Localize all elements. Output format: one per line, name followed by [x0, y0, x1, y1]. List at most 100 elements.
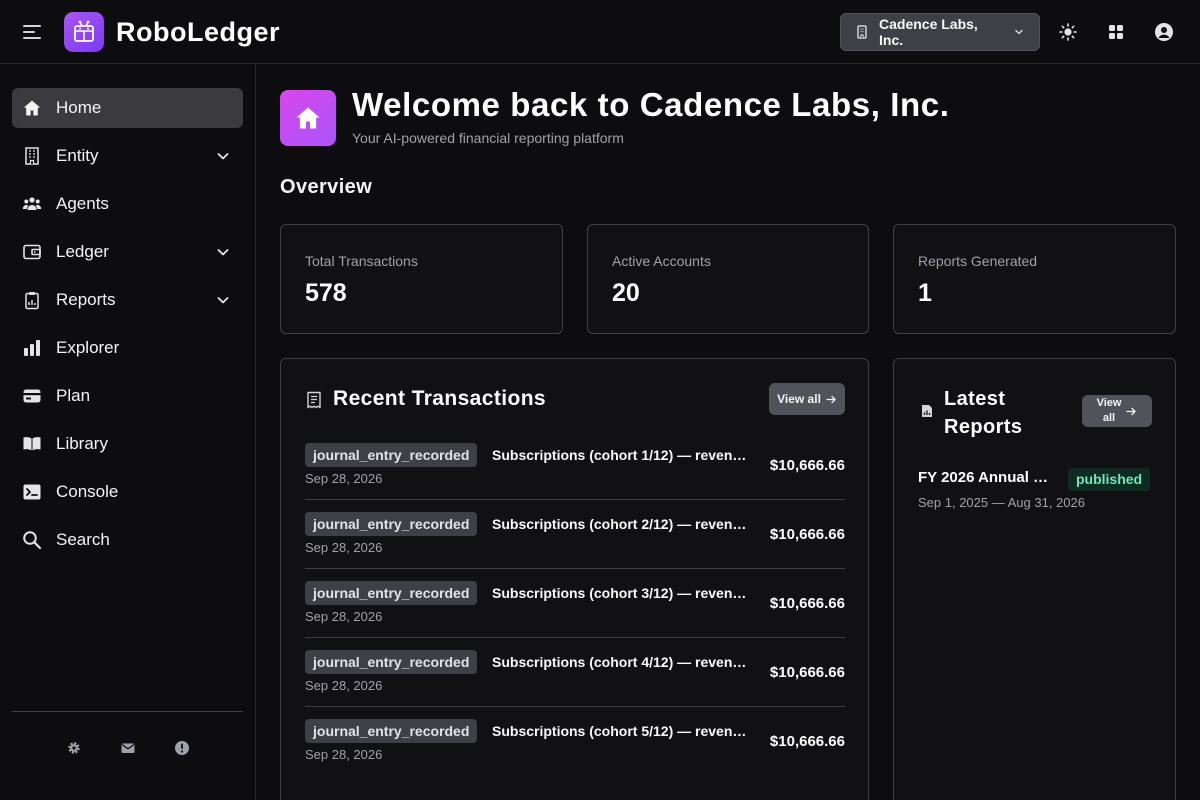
sidebar-item-home[interactable]: Home — [12, 88, 243, 128]
view-all-line2: all — [1102, 412, 1116, 424]
robot-icon — [74, 20, 94, 42]
building-icon — [857, 25, 867, 39]
sidebar-item-label: Agents — [56, 194, 109, 213]
clipboard-icon — [25, 292, 39, 310]
credit-card-icon — [23, 389, 41, 403]
stat-value: 1 — [918, 279, 932, 307]
transaction-description: Subscriptions (cohort 1/12) — revenue re… — [492, 447, 754, 463]
receipt-icon — [307, 391, 321, 409]
menu-icon[interactable] — [22, 22, 42, 42]
search-icon — [23, 531, 42, 550]
recent-transactions-panel: Recent Transactions View all journal_ent… — [280, 358, 869, 800]
transaction-date: Sep 28, 2026 — [305, 678, 383, 693]
stat-value: 20 — [612, 279, 640, 307]
sidebar-item-search[interactable]: Search — [12, 520, 243, 560]
transaction-row[interactable]: journal_entry_recorded Subscriptions (co… — [305, 638, 845, 707]
gear-icon[interactable] — [66, 740, 82, 756]
book-icon — [23, 437, 41, 451]
sidebar-item-label: Library — [56, 434, 108, 453]
sidebar-item-agents[interactable]: Agents — [12, 184, 243, 224]
transaction-type-badge: journal_entry_recorded — [305, 581, 478, 605]
stat-card-reports-generated: Reports Generated 1 — [893, 224, 1176, 334]
view-all-reports-button[interactable]: View all — [1082, 395, 1152, 427]
chevron-down-icon — [1015, 29, 1023, 35]
transaction-type-badge: journal_entry_recorded — [305, 512, 478, 536]
organization-selector[interactable]: Cadence Labs, Inc. — [840, 13, 1040, 51]
transaction-amount: $10,666.66 — [769, 595, 845, 612]
sidebar-item-label: Entity — [56, 146, 99, 165]
arrow-right-icon — [826, 395, 836, 403]
wallet-icon — [23, 244, 41, 260]
overview-heading: Overview — [280, 176, 373, 198]
transaction-row[interactable]: journal_entry_recorded Subscriptions (co… — [305, 707, 845, 776]
recent-transactions-title: Recent Transactions — [333, 387, 547, 410]
chevron-down-icon — [217, 297, 229, 304]
home-icon — [296, 107, 320, 129]
report-period: Sep 1, 2025 — Aug 31, 2026 — [918, 495, 1085, 510]
sidebar-item-plan[interactable]: Plan — [12, 376, 243, 416]
transaction-description: Subscriptions (cohort 2/12) — revenue re… — [492, 516, 754, 532]
user-profile-icon[interactable] — [1154, 22, 1174, 42]
transaction-description: Subscriptions (cohort 4/12) — revenue re… — [492, 654, 754, 670]
chevron-down-icon — [217, 249, 229, 256]
sidebar-divider — [12, 711, 243, 712]
mail-icon[interactable] — [120, 740, 136, 756]
view-all-line1: View — [1096, 397, 1122, 409]
transaction-row[interactable]: journal_entry_recorded Subscriptions (co… — [305, 431, 845, 500]
transaction-row[interactable]: journal_entry_recorded Subscriptions (co… — [305, 500, 845, 569]
sidebar-item-console[interactable]: Console — [12, 472, 243, 512]
transaction-date: Sep 28, 2026 — [305, 609, 383, 624]
page-title: Welcome back to Cadence Labs, Inc. — [352, 86, 950, 123]
sidebar-item-ledger[interactable]: Ledger — [12, 232, 243, 272]
app-logo[interactable] — [64, 12, 104, 52]
chevron-down-icon — [217, 153, 229, 160]
stat-value: 578 — [305, 279, 347, 307]
report-title[interactable]: FY 2026 Annual Report — [918, 469, 1058, 486]
sidebar: Home Entity Agents Ledger Reports Explor… — [0, 64, 256, 800]
sidebar-item-explorer[interactable]: Explorer — [12, 328, 243, 368]
bar-chart-icon — [24, 340, 40, 356]
sidebar-item-label: Console — [56, 482, 119, 501]
stat-label: Total Transactions — [305, 253, 418, 269]
report-status-badge: published — [1068, 468, 1151, 491]
transaction-date: Sep 28, 2026 — [305, 471, 383, 486]
transaction-row[interactable]: journal_entry_recorded Subscriptions (co… — [305, 569, 845, 638]
home-badge — [280, 90, 336, 146]
view-all-transactions-button[interactable]: View all — [769, 383, 845, 415]
transaction-type-badge: journal_entry_recorded — [305, 650, 478, 674]
sidebar-item-library[interactable]: Library — [12, 424, 243, 464]
sidebar-item-label: Reports — [56, 290, 116, 309]
transaction-date: Sep 28, 2026 — [305, 540, 383, 555]
latest-reports-title-line1: Latest — [944, 388, 1006, 410]
transaction-description: Subscriptions (cohort 3/12) — revenue re… — [492, 585, 754, 601]
transaction-amount: $10,666.66 — [769, 733, 845, 750]
top-bar: RoboLedger Cadence Labs, Inc. — [0, 0, 1200, 64]
stat-card-total-transactions: Total Transactions 578 — [280, 224, 563, 334]
sun-icon[interactable] — [1058, 22, 1078, 42]
stat-label: Active Accounts — [612, 253, 711, 269]
report-icon — [922, 405, 932, 417]
building-icon — [25, 147, 39, 165]
latest-reports-panel: Latest Reports View all FY 2026 Annual R… — [893, 358, 1176, 800]
apps-grid-icon[interactable] — [1106, 22, 1126, 42]
sidebar-item-reports[interactable]: Reports — [12, 280, 243, 320]
transaction-amount: $10,666.66 — [769, 664, 845, 681]
arrow-right-icon — [1126, 407, 1137, 415]
transaction-type-badge: journal_entry_recorded — [305, 443, 478, 467]
stat-card-active-accounts: Active Accounts 20 — [587, 224, 869, 334]
transaction-description: Subscriptions (cohort 5/12) — revenue re… — [492, 723, 754, 739]
sidebar-item-label: Plan — [56, 386, 91, 405]
sidebar-item-entity[interactable]: Entity — [12, 136, 243, 176]
sidebar-item-label: Ledger — [56, 242, 109, 261]
view-all-label: View all — [777, 392, 821, 406]
transaction-amount: $10,666.66 — [769, 457, 845, 474]
latest-reports-title-line2: Reports — [944, 416, 1023, 438]
transaction-date: Sep 28, 2026 — [305, 747, 383, 762]
page-subtitle: Your AI-powered financial reporting plat… — [352, 130, 624, 146]
view-all-label: View all — [1097, 396, 1122, 426]
home-icon — [23, 100, 41, 116]
stat-label: Reports Generated — [918, 253, 1038, 269]
sidebar-item-label: Home — [56, 98, 102, 117]
alert-icon[interactable] — [174, 740, 190, 756]
app-title[interactable]: RoboLedger — [116, 17, 280, 48]
